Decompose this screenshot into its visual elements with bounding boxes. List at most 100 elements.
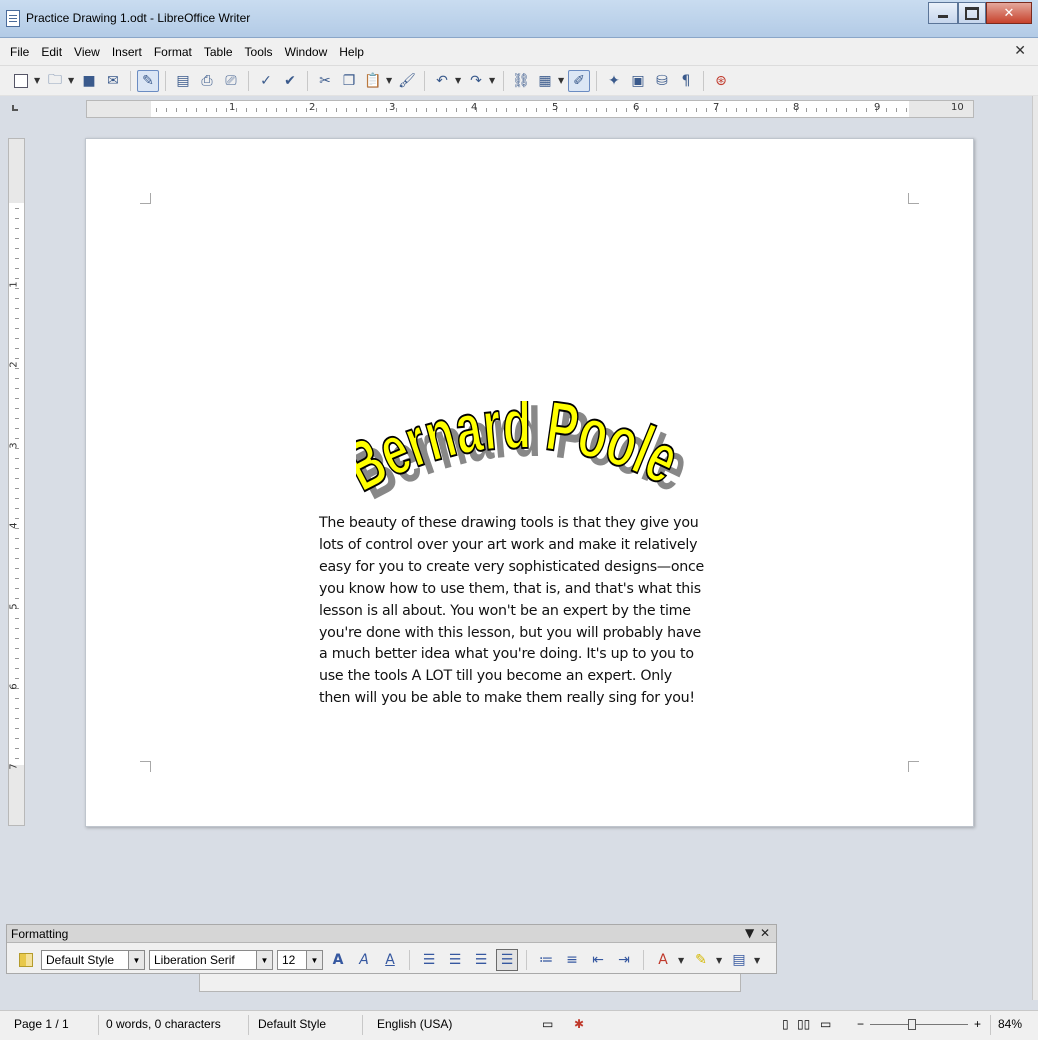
paste-dropdown-icon[interactable]: ▼ <box>386 76 394 85</box>
horizontal-ruler[interactable]: 1 2 3 4 5 6 7 8 9 10 <box>86 100 974 118</box>
zoom-out-icon[interactable]: − <box>857 1017 864 1031</box>
font-color-dropdown-icon[interactable]: ▼ <box>678 956 686 965</box>
menu-edit[interactable]: Edit <box>35 45 68 59</box>
chevron-down-icon[interactable]: ▼ <box>306 951 322 969</box>
email-icon[interactable]: ✉ <box>102 70 124 92</box>
tab-stop-type-icon[interactable] <box>12 105 18 111</box>
page-style[interactable]: Default Style <box>258 1017 326 1031</box>
increase-indent-icon[interactable]: ⇥ <box>613 949 635 971</box>
book-view-icon[interactable]: ▭ <box>820 1017 831 1031</box>
edit-mode-icon[interactable]: ✎ <box>137 69 159 92</box>
window-title: Practice Drawing 1.odt - LibreOffice Wri… <box>26 11 251 25</box>
document-modified-icon[interactable]: ✱ <box>574 1017 584 1031</box>
bold-icon[interactable]: A <box>327 949 349 971</box>
drawing-toolbar[interactable] <box>199 974 741 992</box>
zoom-slider-thumb[interactable] <box>908 1019 916 1030</box>
underline-icon[interactable]: A <box>379 949 401 971</box>
zoom-slider[interactable] <box>870 1024 968 1025</box>
highlighting-dropdown-icon[interactable]: ▼ <box>716 956 724 965</box>
menu-format[interactable]: Format <box>148 45 198 59</box>
single-page-view-icon[interactable]: ▯ <box>782 1017 789 1031</box>
vertical-scrollbar[interactable] <box>1032 96 1038 1000</box>
new-document-icon[interactable] <box>10 70 32 92</box>
menu-insert[interactable]: Insert <box>106 45 148 59</box>
print-icon[interactable]: ⎙ <box>196 70 218 92</box>
menu-tools[interactable]: Tools <box>239 45 279 59</box>
document-page[interactable]: Bernard Poole Bernard Poole The beauty o… <box>85 138 974 827</box>
vertical-ruler[interactable]: 1 2 3 4 5 6 7 <box>8 138 25 826</box>
menu-view[interactable]: View <box>68 45 106 59</box>
formatting-toolbar-titlebar[interactable]: Formatting ▼ ✕ <box>7 925 776 943</box>
fontwork-title[interactable]: Bernard Poole Bernard Poole <box>356 401 696 511</box>
body-paragraph[interactable]: The beauty of these drawing tools is tha… <box>319 513 739 710</box>
toolbar-options-icon[interactable]: ▼ <box>745 926 754 940</box>
multi-page-view-icon[interactable]: ▯▯ <box>797 1017 810 1031</box>
redo-icon[interactable]: ↷ <box>465 70 487 92</box>
ruler-top-margin <box>9 139 24 203</box>
menu-help[interactable]: Help <box>333 45 370 59</box>
table-icon[interactable]: ▦ <box>534 70 556 92</box>
print-preview-icon[interactable]: ⎚ <box>220 70 242 92</box>
align-center-icon[interactable]: ☰ <box>444 949 466 971</box>
new-dropdown-icon[interactable]: ▼ <box>34 76 42 85</box>
hyperlink-icon[interactable]: ⛓ <box>510 70 532 92</box>
formatting-marks-icon[interactable]: ¶ <box>675 70 697 92</box>
close-document-icon[interactable]: ✕ <box>1014 43 1026 59</box>
text-line: then will you be able to make them reall… <box>319 690 695 707</box>
toolbar-separator <box>165 70 166 91</box>
word-count[interactable]: 0 words, 0 characters <box>106 1017 221 1031</box>
font-color-icon[interactable]: A <box>652 949 674 971</box>
export-pdf-icon[interactable]: ▤ <box>172 70 194 92</box>
font-size-combo[interactable]: 12 ▼ <box>277 950 323 970</box>
gallery-icon[interactable]: ▣ <box>627 70 649 92</box>
ruler-number: 7 <box>8 763 20 770</box>
justify-icon[interactable]: ☰ <box>496 949 518 971</box>
clone-formatting-icon[interactable]: 🖌 <box>396 70 418 92</box>
open-dropdown-icon[interactable]: ▼ <box>68 76 76 85</box>
save-icon[interactable]: ■ <box>78 70 100 92</box>
language-indicator[interactable]: English (USA) <box>377 1017 452 1031</box>
open-folder-icon[interactable]: 🗀 <box>44 70 66 92</box>
undo-dropdown-icon[interactable]: ▼ <box>455 76 463 85</box>
insert-mode-icon[interactable]: ▭ <box>542 1017 553 1031</box>
copy-icon[interactable]: ❐ <box>338 70 360 92</box>
redo-dropdown-icon[interactable]: ▼ <box>489 76 497 85</box>
bullets-icon[interactable]: ≡ <box>561 949 583 971</box>
data-sources-icon[interactable]: ⛁ <box>651 70 673 92</box>
chevron-down-icon[interactable]: ▼ <box>128 951 144 969</box>
status-separator <box>990 1015 991 1035</box>
menu-window[interactable]: Window <box>279 45 334 59</box>
close-window-button[interactable]: ✕ <box>986 2 1032 24</box>
undo-icon[interactable]: ↶ <box>431 70 453 92</box>
paste-icon[interactable]: 📋 <box>362 70 384 92</box>
ruler-number: 9 <box>874 102 881 113</box>
cut-icon[interactable]: ✂ <box>314 70 336 92</box>
show-draw-functions-icon[interactable]: ✐ <box>568 69 590 92</box>
menu-table[interactable]: Table <box>198 45 239 59</box>
autospellcheck-icon[interactable]: ✔ <box>279 70 301 92</box>
background-color-icon[interactable]: ▤ <box>728 949 750 971</box>
help-icon[interactable]: ⊛ <box>710 70 732 92</box>
background-color-dropdown-icon[interactable]: ▼ <box>754 956 762 965</box>
text-line: easy for you to create very sophisticate… <box>319 558 705 575</box>
zoom-in-icon[interactable]: + <box>974 1017 981 1031</box>
maximize-button[interactable] <box>958 2 986 24</box>
close-toolbar-icon[interactable]: ✕ <box>760 926 770 940</box>
chevron-down-icon[interactable]: ▼ <box>256 951 272 969</box>
decrease-indent-icon[interactable]: ⇤ <box>587 949 609 971</box>
menu-file[interactable]: File <box>4 45 35 59</box>
highlighting-icon[interactable]: ✎ <box>690 949 712 971</box>
table-dropdown-icon[interactable]: ▼ <box>558 76 566 85</box>
paragraph-style-combo[interactable]: Default Style ▼ <box>41 950 145 970</box>
italic-icon[interactable]: A <box>353 949 375 971</box>
zoom-level[interactable]: 84% <box>998 1017 1022 1031</box>
align-left-icon[interactable]: ☰ <box>418 949 440 971</box>
spellcheck-icon[interactable]: ✓ <box>255 70 277 92</box>
align-right-icon[interactable]: ☰ <box>470 949 492 971</box>
styles-and-formatting-icon[interactable] <box>15 949 37 971</box>
page-indicator[interactable]: Page 1 / 1 <box>14 1017 69 1031</box>
minimize-button[interactable] <box>928 2 958 24</box>
navigator-icon[interactable]: ✦ <box>603 70 625 92</box>
numbering-icon[interactable]: ≔ <box>535 949 557 971</box>
font-name-combo[interactable]: Liberation Serif ▼ <box>149 950 273 970</box>
